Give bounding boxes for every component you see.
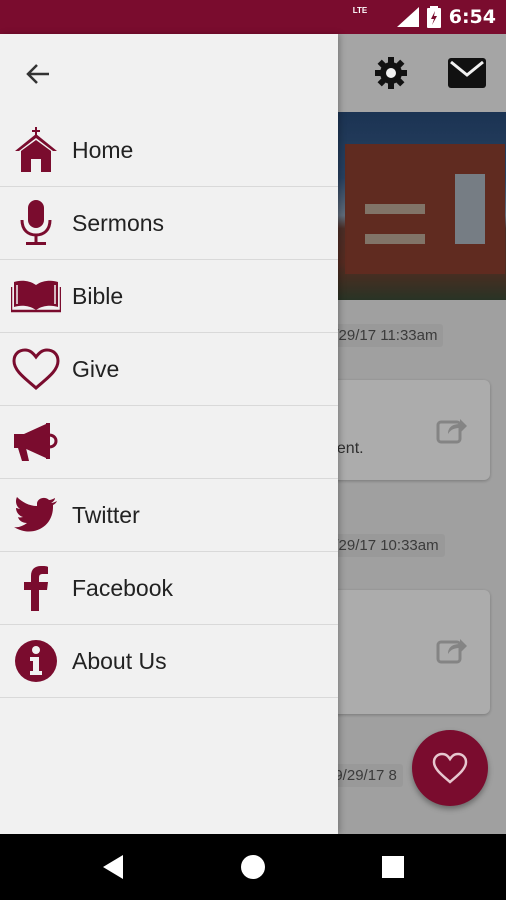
menu-item-facebook[interactable]: Facebook xyxy=(0,552,338,625)
gear-icon[interactable] xyxy=(374,56,408,90)
back-button[interactable] xyxy=(20,56,56,92)
menu-item-announcements[interactable] xyxy=(0,406,338,479)
back-triangle-icon xyxy=(103,855,123,879)
twitter-bird-icon xyxy=(14,497,57,532)
megaphone-icon xyxy=(14,423,58,461)
arrow-left-icon xyxy=(26,64,49,84)
menu-item-give[interactable]: Give xyxy=(0,333,338,406)
heart-outline-icon xyxy=(12,348,60,390)
menu-label: Bible xyxy=(72,282,124,309)
network-type: LTE xyxy=(352,6,368,15)
menu-item-bible[interactable]: Bible xyxy=(0,260,338,333)
menu-item-home[interactable]: Home xyxy=(0,114,338,187)
battery-icon xyxy=(426,6,441,28)
menu-item-about-us[interactable]: About Us xyxy=(0,625,338,698)
header-actions xyxy=(374,56,486,90)
menu-label: Sermons xyxy=(72,209,165,236)
nav-home-button[interactable] xyxy=(238,852,268,882)
navigation-drawer: Home Sermons Bible Give Twitter Facebook… xyxy=(0,34,338,834)
menu-label: Home xyxy=(72,136,134,163)
info-circle-icon xyxy=(15,640,57,682)
recents-square-icon xyxy=(382,856,404,878)
menu-item-twitter[interactable]: Twitter xyxy=(0,479,338,552)
menu-label: About Us xyxy=(72,647,167,674)
nav-back-button[interactable] xyxy=(98,852,128,882)
nav-recents-button[interactable] xyxy=(378,852,408,882)
envelope-icon[interactable] xyxy=(448,58,486,88)
status-icons: LTE 6:54 xyxy=(353,0,496,34)
system-navigation-bar xyxy=(0,834,506,900)
facebook-f-icon xyxy=(24,566,48,611)
clock: 6:54 xyxy=(448,6,496,28)
drawer-menu: Home Sermons Bible Give Twitter Facebook… xyxy=(0,114,338,698)
heart-outline-icon xyxy=(432,752,468,784)
home-circle-icon xyxy=(241,855,265,879)
give-fab[interactable] xyxy=(412,730,488,806)
microphone-icon xyxy=(20,200,52,245)
menu-item-sermons[interactable]: Sermons xyxy=(0,187,338,260)
menu-label: Twitter xyxy=(72,501,140,528)
menu-label: Give xyxy=(72,355,120,382)
open-book-icon xyxy=(11,280,61,313)
menu-label: Facebook xyxy=(72,574,174,601)
church-icon xyxy=(15,127,57,172)
status-bar: LTE 6:54 xyxy=(0,0,506,34)
signal-icon xyxy=(396,7,419,27)
